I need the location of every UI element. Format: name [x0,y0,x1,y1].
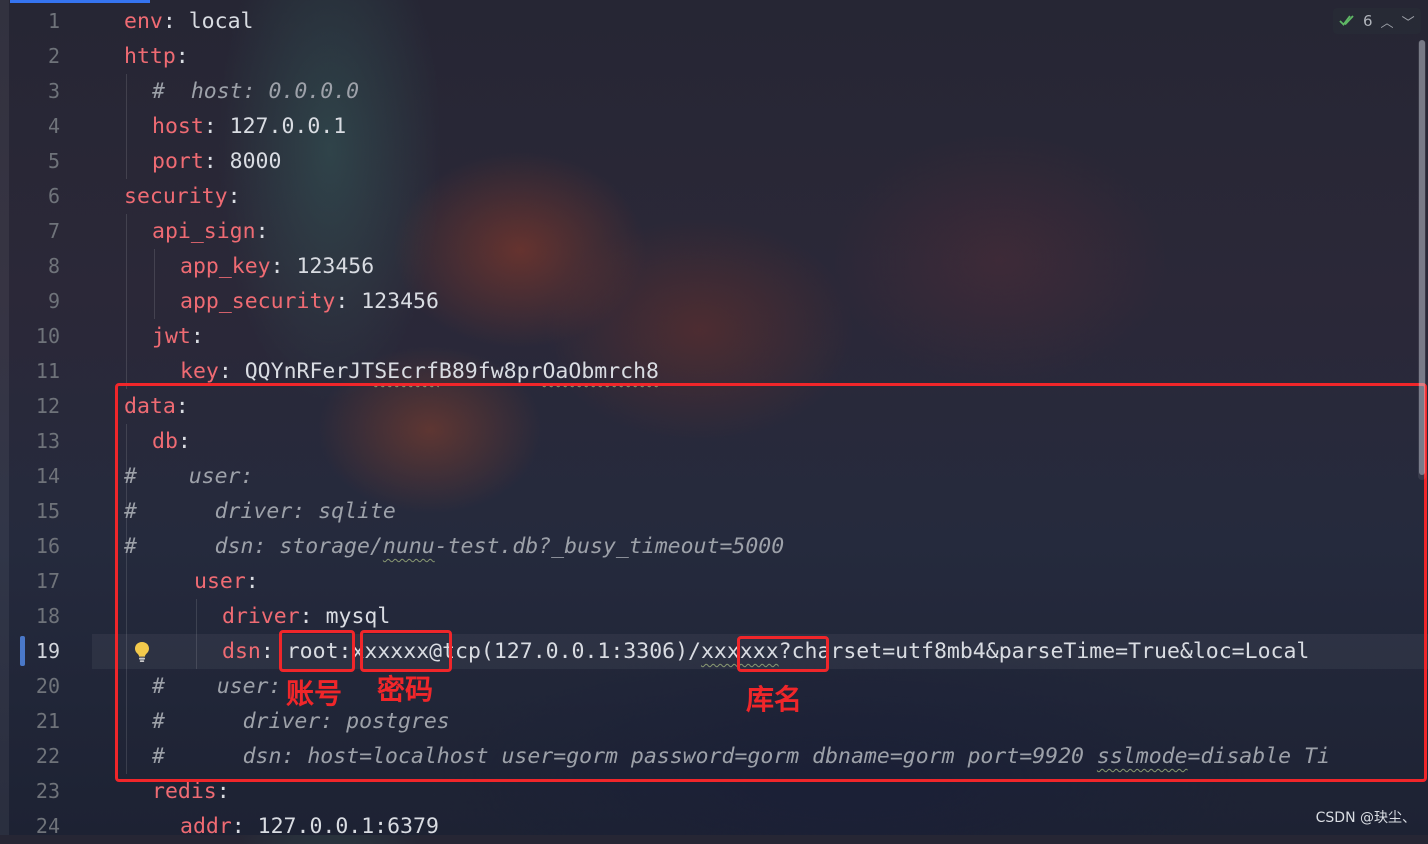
line-number: 24 [35,814,60,838]
yaml-colon: : [255,219,269,244]
typo-highlight: SEcrf [374,359,439,384]
code-line-1[interactable]: env: local [124,4,253,39]
yaml-key: jwt [152,324,191,349]
line-number: 17 [35,569,60,593]
yaml-key: env [124,9,163,34]
yaml-colon: : [190,324,204,349]
yaml-value-part: QQYnRFerJT [244,359,375,384]
yaml-key: http [124,44,176,69]
indent-guide [126,214,127,389]
yaml-key: app_security [180,289,336,314]
yaml-key: addr [180,814,232,839]
line-number: 8 [47,254,60,278]
account-highlight-box [279,630,355,672]
line-number: 5 [47,149,60,173]
line-number: 6 [47,184,60,208]
yaml-colon: : [175,44,189,69]
line-number: 3 [47,79,60,103]
line-number: 2 [47,44,60,68]
line-number: 11 [35,359,60,383]
yaml-value: 127.0.0.1:6379 [257,814,439,839]
dbname-highlight-box [737,636,829,672]
code-line-5[interactable]: port: 8000 [152,144,281,179]
code-line-6[interactable]: security: [124,179,241,214]
line-number: 20 [35,674,60,698]
scrollbar-thumb[interactable] [1419,40,1425,475]
code-line-24[interactable]: addr: 127.0.0.1:6379 [180,809,439,844]
yaml-value: 123456 [296,254,375,279]
watermark: CSDN @玦尘、 [1315,810,1416,826]
line-number: 13 [35,429,60,453]
code-line-3[interactable]: # host: 0.0.0.0 [152,74,359,109]
code-line-7[interactable]: api_sign: [152,214,269,249]
line-number-gutter[interactable]: 1 2 3 4 5 6 7 8 9 10 11 12 13 14 15 16 1… [0,0,92,838]
inspection-widget[interactable]: 6 ︿ ﹀ [1333,8,1421,34]
line-number: 21 [35,709,60,733]
yaml-key: key [180,359,219,384]
password-highlight-box [360,630,452,672]
line-number: 15 [35,499,60,523]
code-line-8[interactable]: app_key: 123456 [180,249,374,284]
yaml-value-part: B89fw8pr [438,359,543,384]
password-annotation: 密码 [377,673,434,706]
double-check-icon [1339,15,1354,26]
yaml-colon: : [231,814,258,839]
line-number-current: 19 [35,639,60,663]
line-number: 16 [35,534,60,558]
yaml-value: local [188,9,254,34]
account-annotation: 账号 [286,677,343,710]
yaml-value: 127.0.0.1 [229,114,347,139]
data-section-highlight-box [115,383,1427,782]
line-number: 22 [35,744,60,768]
yaml-key: app_key [180,254,271,279]
yaml-colon: : [335,289,362,314]
dbname-annotation: 库名 [746,683,803,716]
yaml-colon: : [162,9,189,34]
yaml-key: port [152,149,204,174]
line-number: 18 [35,604,60,628]
code-line-4[interactable]: host: 127.0.0.1 [152,109,346,144]
code-line-10[interactable]: jwt: [152,319,204,354]
indent-guide [154,249,155,319]
yaml-key: redis [152,779,217,804]
chevron-up-icon[interactable]: ︿ [1381,12,1394,31]
line-number: 9 [47,289,60,313]
yaml-colon: : [203,114,230,139]
code-line-2[interactable]: http: [124,39,189,74]
yaml-value: 8000 [229,149,282,174]
yaml-colon: : [227,184,241,209]
yaml-colon: : [216,779,230,804]
yaml-value: 123456 [361,289,439,314]
line-number: 7 [47,219,60,243]
yaml-key: host [152,114,204,139]
typo-highlight: OaObmrch8 [542,359,659,384]
line-number: 4 [47,114,60,138]
line-number: 10 [35,324,60,348]
line-number: 14 [35,464,60,488]
yaml-colon: : [270,254,297,279]
yaml-key: security [124,184,228,209]
line-number: 12 [35,394,60,418]
chevron-down-icon[interactable]: ﹀ [1402,12,1415,31]
vcs-change-marker[interactable] [20,636,25,666]
inspection-count: 6 [1363,12,1373,30]
yaml-key: api_sign [152,219,256,244]
line-number: 23 [35,779,60,803]
code-line-9[interactable]: app_security: 123456 [180,284,439,319]
line-number: 1 [47,9,60,33]
indent-guide [126,74,127,179]
yaml-colon: : [203,149,230,174]
yaml-colon: : [218,359,245,384]
yaml-comment: # host: 0.0.0.0 [152,79,360,104]
